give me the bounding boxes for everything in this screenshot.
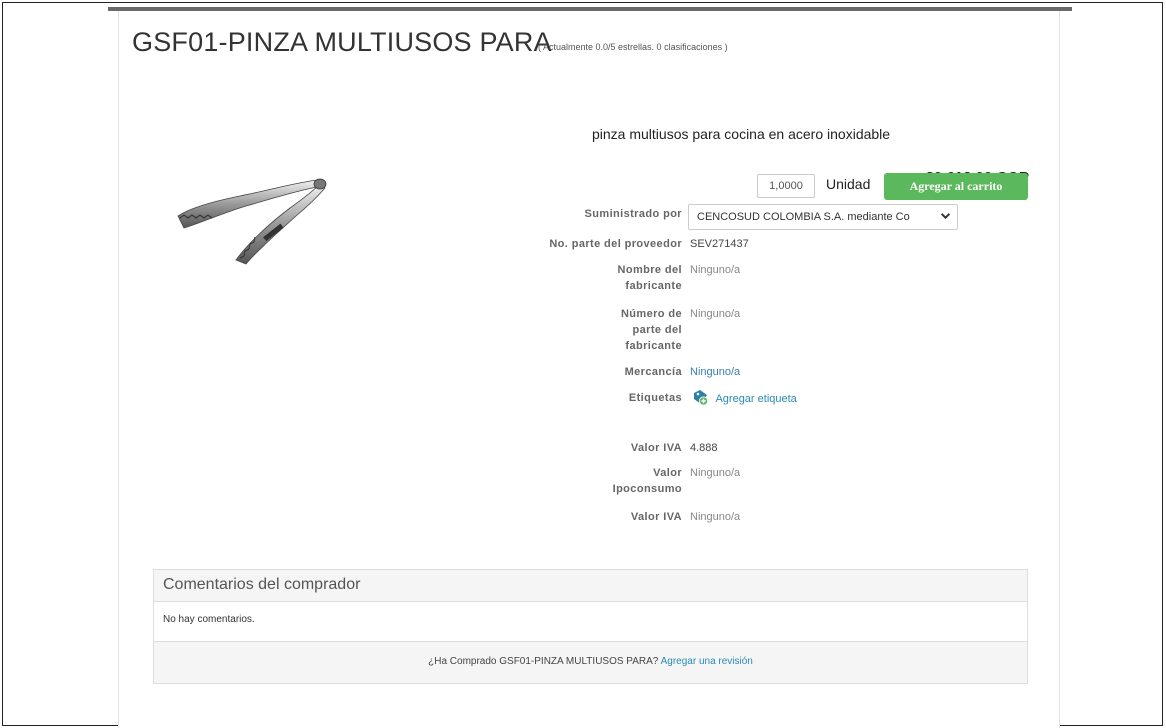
supplier-part-value: SEV271437 xyxy=(690,238,749,250)
manufacturer-part-label: Número de parte del fabricante xyxy=(621,306,682,354)
chevron-down-icon xyxy=(940,210,951,224)
product-title: GSF01-PINZA MULTIUSOS PARA xyxy=(132,27,552,57)
add-tag-label: Agregar etiqueta xyxy=(715,392,797,405)
commodity-label: Mercancía xyxy=(624,366,682,378)
product-description: pinza multiusos para cocina en acero ino… xyxy=(592,126,891,142)
ipoconsumo-label-line: Valor xyxy=(653,467,682,479)
tags-label: Etiquetas xyxy=(628,392,682,404)
manufacturer-label-line: Nombre del xyxy=(617,264,682,276)
manufacturer-part-label-line: Número de xyxy=(620,308,682,320)
iva2-value: Ninguno/a xyxy=(690,511,741,523)
commodity-value[interactable]: Ninguno/a xyxy=(690,364,740,380)
reviews-footer: ¿Ha Comprado GSF01-PINZA MULTIUSOS PARA?… xyxy=(154,642,1027,683)
kitchen-tongs-image xyxy=(177,178,327,265)
manufacturer-value: Ninguno/a xyxy=(690,264,741,276)
add-tag-icon xyxy=(692,389,709,409)
supplier-part-label: No. parte del proveedor xyxy=(549,238,682,250)
add-to-cart-button[interactable]: Agregar al carrito xyxy=(884,173,1028,200)
rating-summary: ( Actualmente 0.0/5 estrellas. 0 clasifi… xyxy=(538,42,728,52)
add-tag-link[interactable]: Agregar etiqueta xyxy=(692,389,797,409)
reviews-heading: Comentarios del comprador xyxy=(154,570,1027,602)
manufacturer-part-label-line: fabricante xyxy=(625,340,682,352)
reviews-empty-text: No hay comentarios. xyxy=(154,602,1027,642)
ipoconsumo-label: Valor Ipoconsumo xyxy=(613,465,682,497)
manufacturer-label-line: fabricante xyxy=(625,280,682,292)
ipoconsumo-value: Ninguno/a xyxy=(690,467,741,479)
top-bar xyxy=(108,7,1072,11)
supplier-label: Suministrado por xyxy=(584,208,682,220)
add-review-link[interactable]: Agregar una revisión xyxy=(661,656,753,667)
quantity-input[interactable] xyxy=(757,174,815,198)
unit-label: Unidad xyxy=(826,176,871,192)
manufacturer-part-label-line: parte del xyxy=(632,324,682,336)
ipoconsumo-label-line: Ipoconsumo xyxy=(612,483,682,495)
iva-label: Valor IVA xyxy=(630,442,682,454)
iva-value: 4.888 xyxy=(690,442,718,454)
iva2-label: Valor IVA xyxy=(630,511,682,523)
supplier-selected-value: CENCOSUD COLOMBIA S.A. mediante Co xyxy=(697,211,910,223)
manufacturer-label: Nombre del fabricante xyxy=(617,262,682,294)
buyer-reviews-panel: Comentarios del comprador No hay comenta… xyxy=(153,569,1028,684)
manufacturer-part-value: Ninguno/a xyxy=(690,308,741,320)
supplier-select[interactable]: CENCOSUD COLOMBIA S.A. mediante Co xyxy=(688,204,958,230)
review-prompt: ¿Ha Comprado GSF01-PINZA MULTIUSOS PARA? xyxy=(428,656,659,667)
